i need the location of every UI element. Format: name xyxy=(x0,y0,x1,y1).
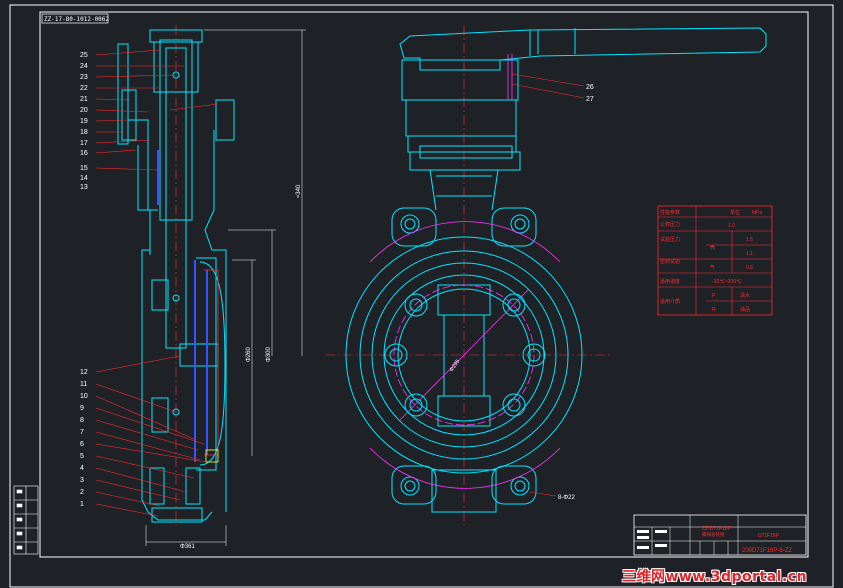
title-block-right: D71F16P xyxy=(758,533,780,539)
bolt-label: 8-Φ22 xyxy=(558,495,575,501)
title-block: ZZ-D71F16P 蝶阀总装图 D71F16P 200D71F16P-8-ZZ xyxy=(633,514,807,556)
part-number: 15 xyxy=(80,165,88,172)
part-number: 16 xyxy=(80,150,88,157)
cad-drawing: ZZ-17-80-1012-0062 ≈340 Φ300 Φ260 Φ361 2… xyxy=(9,4,834,588)
part-number: 12 xyxy=(80,369,88,376)
part-number: 2 xyxy=(80,489,84,496)
title-block-sub: 蝶阀总装图 xyxy=(702,531,725,538)
part-number: 1 xyxy=(80,501,84,508)
part-number: 9 xyxy=(80,405,84,412)
dim-width: Φ361 xyxy=(180,544,195,550)
table-cell: 气 xyxy=(710,264,715,271)
table-cell: R xyxy=(712,307,716,313)
part-number: 24 xyxy=(80,63,88,70)
part-number: 23 xyxy=(80,74,88,81)
part-number: 6 xyxy=(80,441,84,448)
table-cell: 1.5 xyxy=(746,237,753,243)
table-cell: 适用温度 xyxy=(660,278,680,285)
front-view: Φ295 26 27 8-Φ22 xyxy=(325,25,767,525)
spec-table: 性能参数 单位 MPa 公称压力 1.0 试验压力 壳 1.5 1.1 密封试验… xyxy=(657,205,773,316)
part-number: 19 xyxy=(80,118,88,125)
inner-frame xyxy=(39,11,809,558)
part-number: 21 xyxy=(80,96,88,103)
table-cell: 适用介质 xyxy=(660,298,680,305)
table-cell: 密封试验 xyxy=(660,258,680,265)
dim-body: Φ300 xyxy=(266,347,272,362)
site-watermark: 三维网www.3dportal.cn xyxy=(622,569,808,585)
table-cell: 公称压力 xyxy=(660,221,680,228)
part-number: 13 xyxy=(80,184,88,191)
table-cell: 1.1 xyxy=(746,251,753,257)
revision-strip xyxy=(13,485,39,555)
part-number: 22 xyxy=(80,85,88,92)
dim-disc: Φ260 xyxy=(246,347,252,362)
part-number: 7 xyxy=(80,429,84,436)
table-cell: 1.0 xyxy=(728,223,735,229)
side-section-view: ≈340 Φ300 Φ260 Φ361 25 24 23 22 21 20 19… xyxy=(80,25,306,550)
part-number: 20 xyxy=(80,107,88,114)
part-number: 14 xyxy=(80,175,88,182)
part-number: 18 xyxy=(80,129,88,136)
part-number: 4 xyxy=(80,465,84,472)
table-cell: 油品 xyxy=(740,306,750,313)
table-cell: 0.6 xyxy=(746,265,753,271)
title-block-code: 200D71F16P-8-ZZ xyxy=(742,548,792,554)
table-header: MPa xyxy=(752,210,763,216)
part-number: 3 xyxy=(80,477,84,484)
header-code-box: ZZ-17-80-1012-0062 xyxy=(41,13,109,24)
handle xyxy=(399,27,767,153)
pcd-label: Φ295 xyxy=(449,359,462,374)
part-number: 5 xyxy=(80,453,84,460)
dim-height: ≈340 xyxy=(296,184,302,198)
part-number: 17 xyxy=(80,140,88,147)
part-number: 10 xyxy=(80,393,88,400)
table-header: 性能参数 xyxy=(660,209,680,216)
part-number: 11 xyxy=(80,381,87,388)
table-cell: -10℃~200℃ xyxy=(712,279,742,285)
part-number: 26 xyxy=(586,84,594,91)
header-code: ZZ-17-80-1012-0062 xyxy=(44,16,109,23)
table-cell: 试验压力 xyxy=(660,236,680,243)
part-number: 25 xyxy=(80,52,88,59)
table-cell: 清水 xyxy=(740,292,750,299)
table-cell: 壳 xyxy=(710,244,715,251)
part-number: 27 xyxy=(586,96,594,103)
table-cell: P xyxy=(712,293,716,299)
part-number: 8 xyxy=(80,417,84,424)
table-header: 单位 xyxy=(730,209,740,216)
